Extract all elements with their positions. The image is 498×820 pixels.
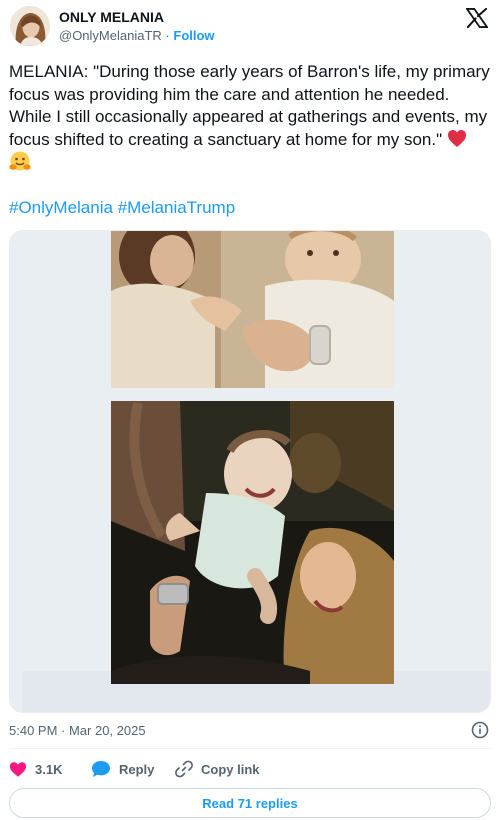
reply-bubble-icon — [92, 761, 110, 777]
tweet-header: ONLY MELANIA @OnlyMelaniaTR · Follow — [10, 6, 490, 50]
copy-link-label: Copy link — [201, 761, 260, 777]
copy-link-button[interactable]: Copy link — [175, 758, 260, 780]
author-display-name[interactable]: ONLY MELANIA — [59, 9, 164, 25]
heart-icon — [9, 761, 27, 777]
like-count: 3.1K — [35, 761, 63, 777]
tweet-photo[interactable] — [9, 230, 491, 713]
like-button[interactable]: 3.1K — [9, 758, 62, 780]
hashtag-melaniatrump[interactable]: #MelaniaTrump — [118, 198, 235, 217]
hashtag-list: #OnlyMelania #MelaniaTrump — [9, 197, 235, 219]
author-handle[interactable]: @OnlyMelaniaTR — [59, 28, 162, 43]
avatar-image — [10, 6, 50, 46]
link-icon — [175, 760, 193, 778]
red-heart-icon — [447, 129, 466, 147]
handle-separator: · — [165, 28, 170, 43]
tweet-actions: 3.1K Reply Copy link — [9, 758, 491, 780]
hashtag-onlymelania[interactable]: #OnlyMelania — [9, 198, 113, 217]
x-logo-icon[interactable] — [466, 8, 488, 28]
hugging-face-icon — [9, 151, 31, 171]
divider — [9, 748, 491, 749]
author-handle-line: @OnlyMelaniaTR · Follow — [59, 28, 215, 43]
tweet-body: MELANIA: "During those early years of Ba… — [9, 62, 490, 149]
follow-button[interactable]: Follow — [173, 28, 214, 43]
read-replies-label: Read 71 replies — [202, 795, 298, 811]
tweet-timestamp[interactable]: 5:40 PM · Mar 20, 2025 — [9, 723, 146, 738]
avatar[interactable] — [10, 6, 50, 46]
reply-button[interactable]: Reply — [91, 758, 154, 780]
tweet-text: MELANIA: "During those early years of Ba… — [9, 61, 493, 176]
photo-image — [10, 231, 490, 712]
read-replies-button[interactable]: Read 71 replies — [9, 788, 491, 818]
tweet-meta: 5:40 PM · Mar 20, 2025 — [9, 721, 491, 741]
info-icon[interactable] — [471, 721, 489, 739]
reply-label: Reply — [119, 761, 155, 777]
